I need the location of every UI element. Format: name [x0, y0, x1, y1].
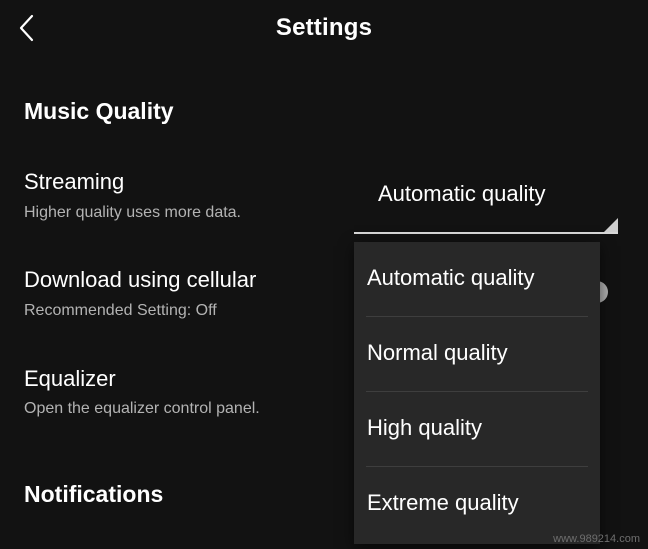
download-cellular-title[interactable]: Download using cellular	[24, 267, 256, 293]
option-label: Extreme quality	[367, 490, 519, 515]
download-cellular-description: Recommended Setting: Off	[24, 302, 217, 319]
option-label: Normal quality	[367, 340, 508, 365]
section-title-notifications: Notifications	[24, 481, 164, 507]
option-high-quality[interactable]: High quality	[354, 392, 600, 467]
header-bar: Settings	[0, 0, 648, 60]
streaming-quality-value: Automatic quality	[378, 181, 546, 206]
option-label: Automatic quality	[367, 265, 535, 290]
streaming-title: Streaming	[24, 169, 125, 194]
dropdown-arrow-icon	[604, 218, 618, 232]
option-automatic-quality[interactable]: Automatic quality	[354, 242, 600, 317]
watermark: www.989214.com	[553, 533, 640, 545]
quality-dropdown-menu: Automatic quality Normal quality High qu…	[354, 242, 600, 544]
streaming-quality-select[interactable]: Automatic quality	[354, 170, 618, 234]
streaming-description: Higher quality uses more data.	[24, 204, 241, 221]
section-title-music-quality: Music Quality	[24, 98, 174, 124]
page-title: Settings	[275, 14, 373, 41]
option-extreme-quality[interactable]: Extreme quality	[354, 467, 600, 542]
equalizer-description: Open the equalizer control panel.	[24, 400, 260, 417]
option-label: High quality	[367, 415, 482, 440]
option-normal-quality[interactable]: Normal quality	[354, 317, 600, 392]
equalizer-title[interactable]: Equalizer	[24, 366, 116, 392]
